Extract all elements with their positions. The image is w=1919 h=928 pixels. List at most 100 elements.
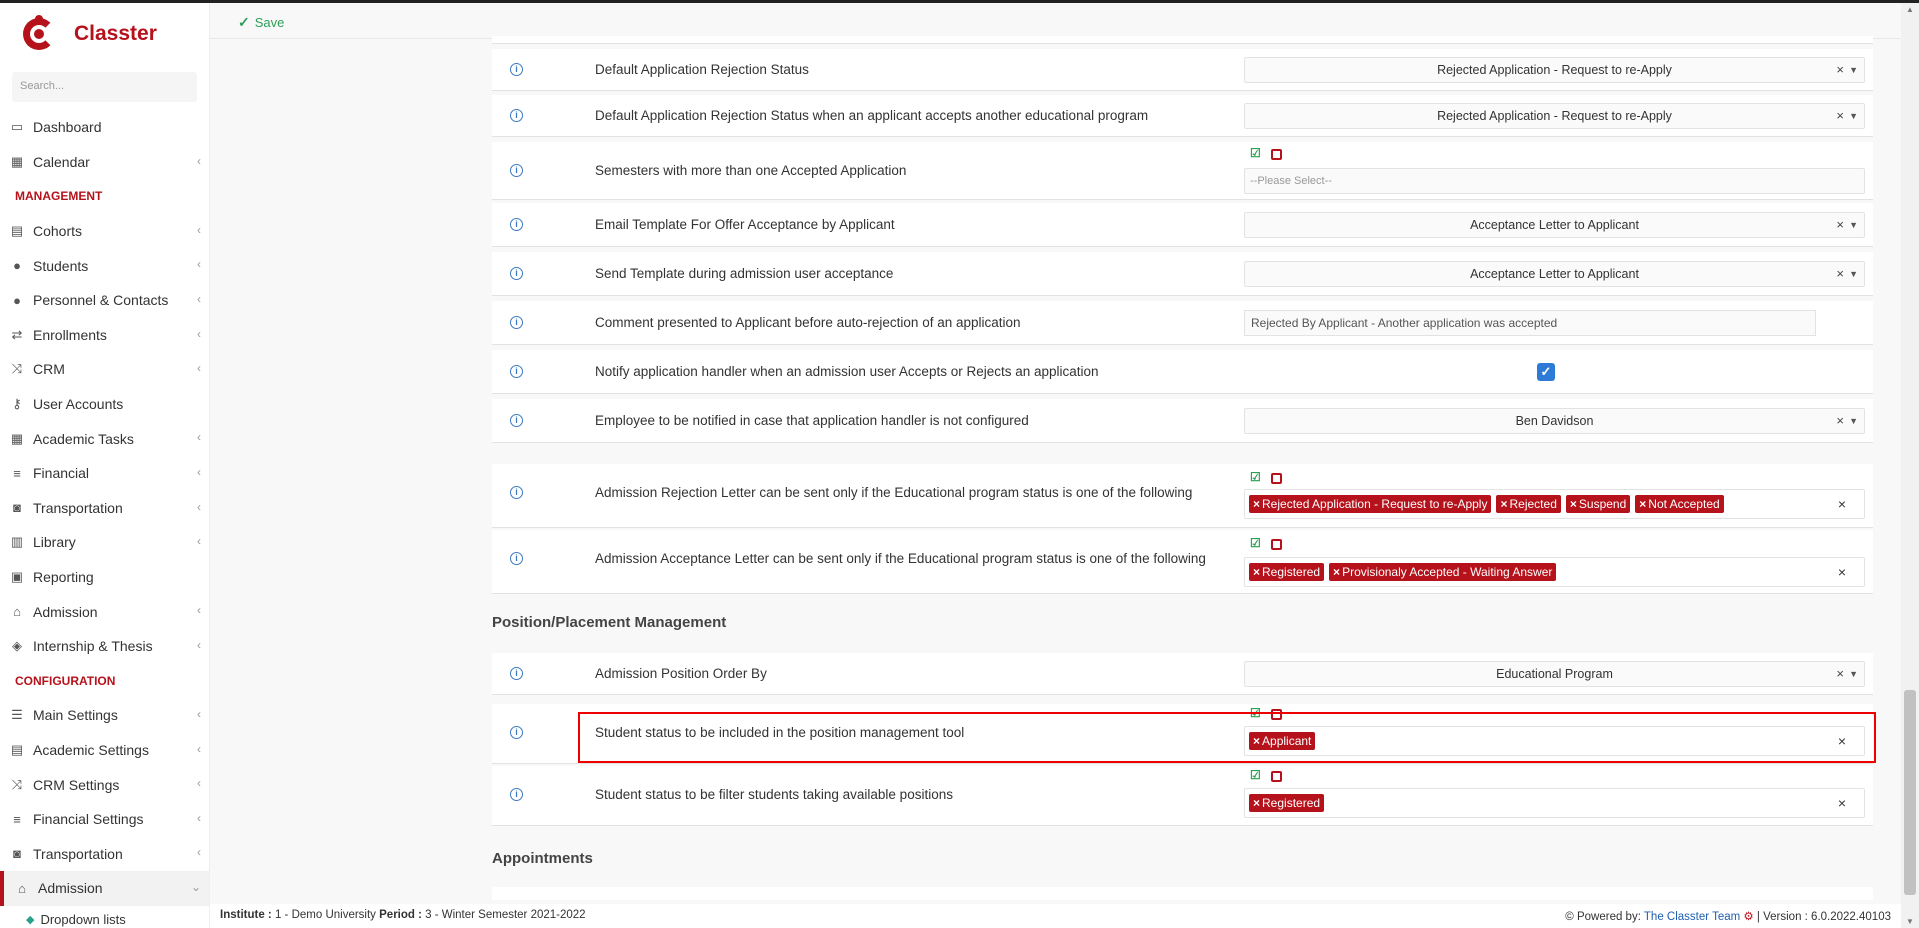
sidebar-item-enrollments[interactable]: ⇄ Enrollments ‹ [0, 318, 209, 353]
caret-down-icon[interactable]: ▼ [1849, 262, 1858, 286]
rejection-comment-input[interactable]: Rejected By Applicant - Another applicat… [1244, 310, 1816, 336]
sidebar-item-cohorts[interactable]: ▤ Cohorts ‹ [0, 214, 209, 249]
search-input[interactable]: Search... [12, 72, 197, 102]
info-icon[interactable]: i [510, 365, 523, 378]
status-tag[interactable]: × Registered [1249, 563, 1325, 581]
sidebar-item-admission-settings[interactable]: ⌂ Admission ⌄ [0, 871, 209, 906]
info-icon[interactable]: i [510, 63, 523, 76]
sidebar-subitem-dropdown-lists[interactable]: ◆ Dropdown lists [0, 906, 209, 928]
select-all-icon[interactable]: ☑ [1250, 147, 1262, 160]
remove-tag-icon[interactable]: × [1253, 497, 1260, 511]
remove-tag-icon[interactable]: × [1253, 796, 1260, 810]
position-tool-statuses-multiselect[interactable]: × Applicant × [1244, 726, 1865, 756]
sidebar-item-main-settings[interactable]: ☰ Main Settings ‹ [0, 698, 209, 733]
sidebar-item-financial-settings[interactable]: ≡ Financial Settings ‹ [0, 802, 209, 837]
remove-tag-icon[interactable]: × [1253, 734, 1260, 748]
caret-down-icon[interactable]: ▼ [1849, 213, 1858, 237]
filter-statuses-multiselect[interactable]: × Registered × [1244, 788, 1865, 818]
deselect-all-icon[interactable] [1271, 539, 1282, 550]
employee-select[interactable]: Ben Davidson × ▼ [1244, 408, 1865, 434]
status-tag[interactable]: × Rejected [1496, 495, 1561, 513]
info-icon[interactable]: i [510, 267, 523, 280]
sidebar-item-calendar[interactable]: ▦ Calendar ‹ [0, 145, 209, 180]
status-tag[interactable]: × Rejected Application - Request to re-Ap… [1249, 495, 1492, 513]
clear-all-icon[interactable]: × [1838, 496, 1846, 512]
rejection-status-other-select[interactable]: Rejected Application - Request to re-App… [1244, 103, 1865, 129]
caret-down-icon[interactable]: ▼ [1849, 104, 1858, 128]
select-all-icon[interactable]: ☑ [1250, 707, 1262, 720]
sidebar-item-academic-tasks[interactable]: ▦ Academic Tasks ‹ [0, 421, 209, 456]
brand[interactable]: Classter [0, 3, 209, 65]
semesters-multiselect[interactable]: --Please Select-- [1244, 168, 1865, 194]
caret-down-icon[interactable]: ▼ [1849, 662, 1858, 686]
sidebar-item-students[interactable]: ● Students ‹ [0, 248, 209, 283]
info-icon[interactable]: i [510, 316, 523, 329]
caret-down-icon[interactable]: ▼ [1849, 409, 1858, 433]
notify-handler-checkbox[interactable]: ✓ [1537, 363, 1555, 381]
caret-down-icon[interactable]: ▼ [1849, 58, 1858, 82]
info-icon[interactable]: i [510, 218, 523, 231]
clear-icon[interactable]: × [1836, 104, 1844, 128]
info-icon[interactable]: i [510, 726, 523, 739]
select-all-icon[interactable]: ☑ [1250, 769, 1262, 782]
sidebar-item-transportation-settings[interactable]: ◙ Transportation ‹ [0, 836, 209, 871]
sidebar-item-library[interactable]: ▥ Library ‹ [0, 525, 209, 560]
acceptance-letter-statuses-multiselect[interactable]: × Registered × Provisionaly Accepted - Wai… [1244, 557, 1865, 587]
status-tag[interactable]: × Registered [1249, 794, 1325, 812]
sidebar-item-crm-settings[interactable]: ⤨ CRM Settings ‹ [0, 767, 209, 802]
clear-icon[interactable]: × [1836, 58, 1844, 82]
deselect-all-icon[interactable] [1271, 771, 1282, 782]
clear-all-icon[interactable]: × [1838, 564, 1846, 580]
sidebar-item-dashboard[interactable]: ▭ Dashboard [0, 110, 209, 145]
info-icon[interactable]: i [510, 552, 523, 565]
remove-tag-icon[interactable]: × [1253, 565, 1260, 579]
status-tag[interactable]: × Not Accepted [1635, 495, 1724, 513]
send-template-select[interactable]: Acceptance Letter to Applicant × ▼ [1244, 261, 1865, 287]
info-icon[interactable]: i [510, 414, 523, 427]
clear-icon[interactable]: × [1836, 662, 1844, 686]
classter-team-link[interactable]: The Classter Team [1644, 911, 1740, 923]
sidebar-item-label: Financial Settings [33, 811, 144, 828]
save-button[interactable]: ✓ Save [238, 14, 284, 31]
position-order-select[interactable]: Educational Program × ▼ [1244, 661, 1865, 687]
settings-row: i Default Application Rejection Status R… [492, 49, 1873, 91]
clear-all-icon[interactable]: × [1838, 733, 1846, 749]
status-tag[interactable]: × Suspend [1565, 495, 1631, 513]
clear-icon[interactable]: × [1836, 213, 1844, 237]
select-all-icon[interactable]: ☑ [1250, 471, 1262, 484]
sidebar-item-user-accounts[interactable]: ⚷ User Accounts [0, 387, 209, 422]
remove-tag-icon[interactable]: × [1639, 497, 1646, 511]
status-tag[interactable]: × Provisionaly Accepted - Waiting Answer [1329, 563, 1557, 581]
sidebar-item-reporting[interactable]: ▣ Reporting [0, 560, 209, 595]
info-icon[interactable]: i [510, 486, 523, 499]
select-all-icon[interactable]: ☑ [1250, 537, 1262, 550]
scrollbar-thumb[interactable] [1904, 690, 1916, 895]
remove-tag-icon[interactable]: × [1333, 565, 1340, 579]
sidebar-item-admission[interactable]: ⌂ Admission ‹ [0, 594, 209, 629]
rejection-letter-statuses-multiselect[interactable]: × Rejected Application - Request to re-Ap… [1244, 489, 1865, 519]
remove-tag-icon[interactable]: × [1500, 497, 1507, 511]
scroll-down-icon[interactable]: ▼ [1906, 917, 1914, 926]
scrollbar[interactable]: ▲ ▼ [1901, 3, 1919, 928]
sidebar-item-academic-settings[interactable]: ▤ Academic Settings ‹ [0, 733, 209, 768]
deselect-all-icon[interactable] [1271, 149, 1282, 160]
rejection-status-select[interactable]: Rejected Application - Request to re-App… [1244, 57, 1865, 83]
email-template-select[interactable]: Acceptance Letter to Applicant × ▼ [1244, 212, 1865, 238]
clear-icon[interactable]: × [1836, 262, 1844, 286]
clear-all-icon[interactable]: × [1838, 795, 1846, 811]
deselect-all-icon[interactable] [1271, 473, 1282, 484]
remove-tag-icon[interactable]: × [1570, 497, 1577, 511]
sidebar-item-personnel[interactable]: ● Personnel & Contacts ‹ [0, 283, 209, 318]
info-icon[interactable]: i [510, 788, 523, 801]
sidebar-item-financial[interactable]: ≡ Financial ‹ [0, 456, 209, 491]
deselect-all-icon[interactable] [1271, 709, 1282, 720]
info-icon[interactable]: i [510, 667, 523, 680]
scroll-up-icon[interactable]: ▲ [1906, 5, 1914, 14]
status-tag[interactable]: × Applicant [1249, 732, 1316, 750]
sidebar-item-transportation[interactable]: ◙ Transportation ‹ [0, 491, 209, 526]
clear-icon[interactable]: × [1836, 409, 1844, 433]
info-icon[interactable]: i [510, 109, 523, 122]
sidebar-item-crm[interactable]: ⤨ CRM ‹ [0, 352, 209, 387]
info-icon[interactable]: i [510, 164, 523, 177]
sidebar-item-internship[interactable]: ◈ Internship & Thesis ‹ [0, 629, 209, 664]
